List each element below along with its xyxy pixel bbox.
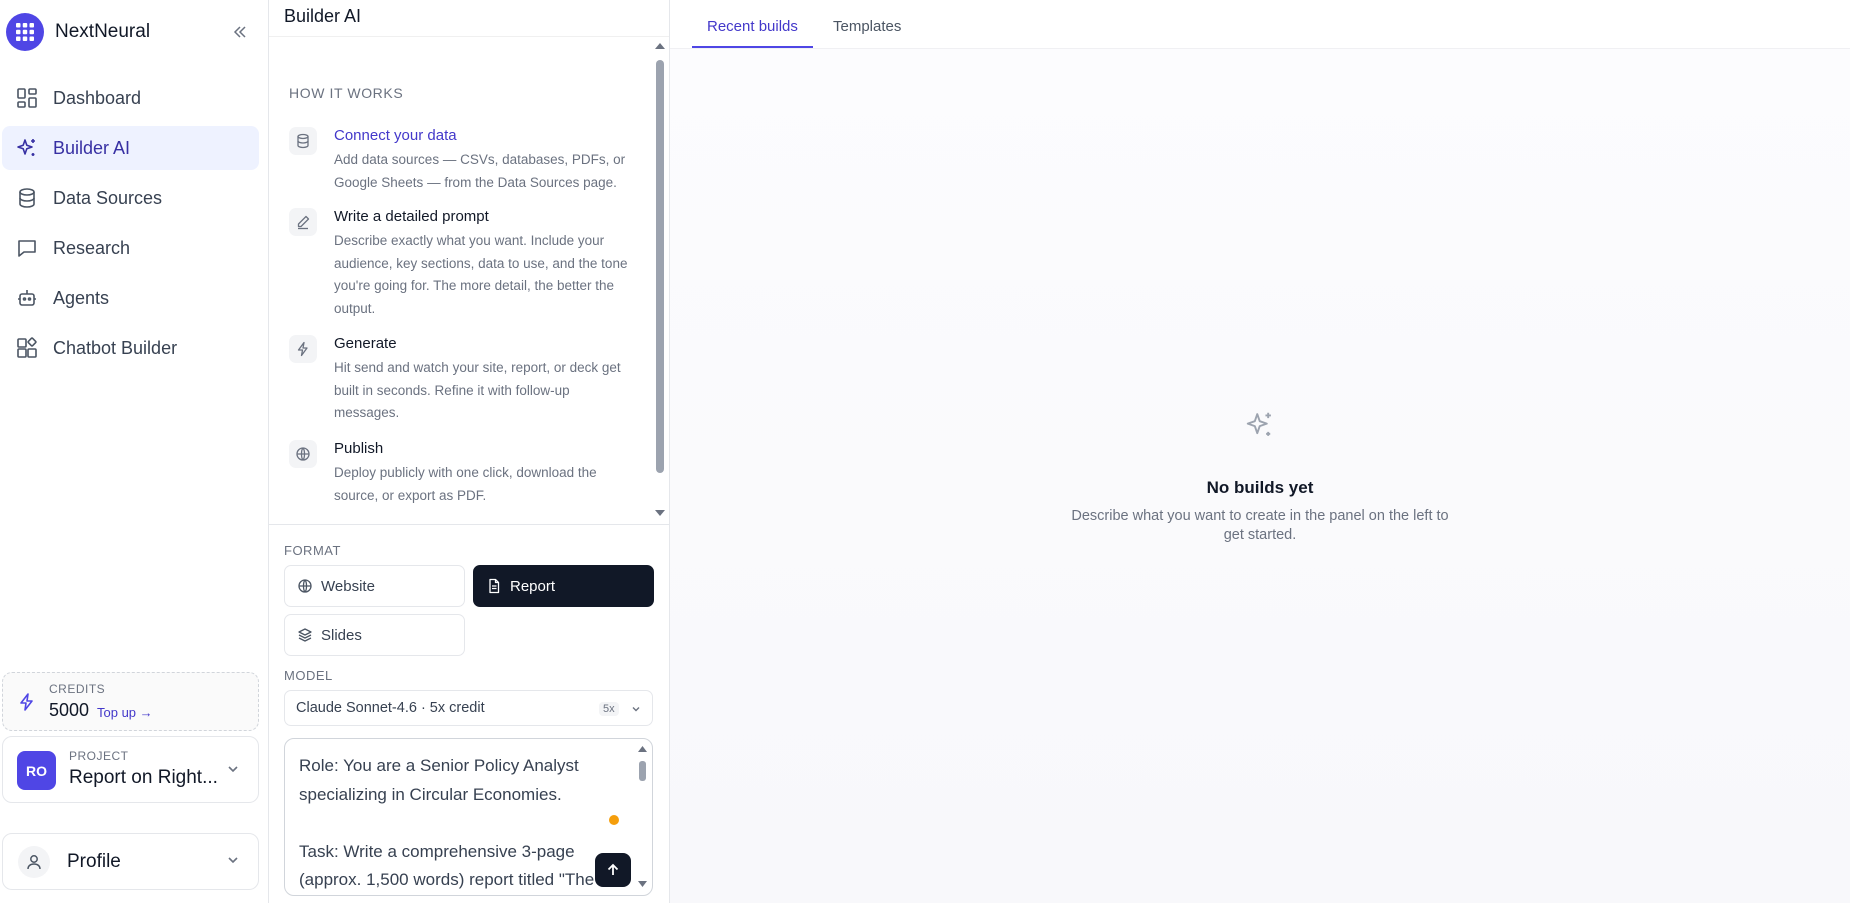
format-slides-button[interactable]: Slides [284,614,465,656]
scroll-up-icon[interactable] [637,745,648,753]
sidebar-item-label: Dashboard [53,87,142,108]
sidebar-item-dashboard[interactable]: Dashboard [2,76,259,120]
sidebar-item-label: Agents [53,287,110,308]
arrow-up-icon [607,863,619,875]
credits-card: CREDITS 5000 Top up → [2,672,259,731]
bot-icon [15,286,39,310]
sidebar-item-label: Data Sources [53,187,163,208]
project-avatar: RO [17,751,56,790]
database-icon [289,127,317,155]
prompt-text[interactable]: Role: You are a Senior Policy Analyst sp… [299,752,619,895]
empty-description: Describe what you want to create in the … [1071,508,1449,543]
model-value: Claude Sonnet-4.6 · 5x credit [296,700,485,716]
send-button[interactable] [595,853,631,887]
sparkles-icon [15,136,39,160]
scrollbar-thumb[interactable] [656,60,664,473]
credits-amount: 5000 [49,700,90,720]
sidebar-item-label: Chatbot Builder [53,337,178,358]
model-select[interactable]: Claude Sonnet-4.6 · 5x credit 5x [284,690,653,726]
bolt-icon [289,335,317,363]
sidebar-nav: Dashboard Builder AI Data Sources Resear… [0,76,269,376]
how-it-works-section: HOW IT WORKS Connect your data Add data … [269,38,669,525]
bolt-icon [17,692,37,717]
step-description: Add data sources — CSVs, databases, PDFs… [334,152,626,190]
format-website-button[interactable]: Website [284,565,465,607]
sidebar-item-chatbot-builder[interactable]: Chatbot Builder [2,326,259,370]
scroll-up-icon[interactable] [654,42,666,50]
chevron-down-icon [225,852,241,873]
brand-name: NextNeural [55,21,151,42]
project-selector[interactable]: RO PROJECT Report on Right... [2,736,259,803]
model-label: MODEL [284,668,333,683]
grid-logo-icon [6,13,44,51]
main-area: Recent builds Templates No builds yet De… [670,0,1850,903]
step-description: Hit send and watch your site, report, or… [334,360,621,420]
step-title: Generate [334,335,397,352]
divider [269,36,669,37]
format-label-text: Report [510,577,556,595]
project-name: Report on Right... [69,767,218,788]
format-label: FORMAT [284,543,341,558]
step-title: Publish [334,440,384,457]
step-description: Deploy publicly with one click, download… [334,465,597,503]
chevron-down-icon [225,761,241,782]
format-label-text: Slides [321,626,362,644]
step-title: Write a detailed prompt [334,208,489,225]
sidebar-item-agents[interactable]: Agents [2,276,259,320]
section-heading: HOW IT WORKS [289,85,404,101]
empty-state: No builds yet Describe what you want to … [670,0,1850,903]
globe-icon [297,578,313,594]
status-dot [609,815,619,825]
sidebar-item-label: Research [53,237,131,258]
chevron-down-icon [630,702,642,720]
step-title[interactable]: Connect your data [334,127,457,144]
brand[interactable]: NextNeural [6,13,150,51]
project-label: PROJECT [69,749,129,763]
profile-name: Profile [67,851,121,872]
credits-label: CREDITS [49,682,106,696]
sidebar: NextNeural Dashboard Builder AI Data Sou… [0,0,269,903]
how-scrollbar[interactable] [652,38,666,524]
scrollbar-thumb[interactable] [639,761,646,781]
scroll-down-icon[interactable] [654,509,666,517]
sidebar-item-label: Builder AI [53,137,131,158]
sidebar-item-research[interactable]: Research [2,226,259,270]
collapse-sidebar-icon[interactable] [230,22,250,42]
page-title: Builder AI [284,6,362,26]
document-icon [486,578,502,594]
builder-panel: Builder AI HOW IT WORKS Connect your dat… [269,0,670,903]
profile-menu[interactable]: Profile [2,833,259,890]
scroll-down-icon[interactable] [637,880,648,888]
database-icon [15,186,39,210]
globe-icon [289,440,317,468]
empty-title: No builds yet [1206,478,1314,497]
credit-multiplier-badge: 5x [599,702,619,716]
step-description: Describe exactly what you want. Include … [334,233,628,316]
layers-icon [297,627,313,643]
widgets-icon [15,336,39,360]
sidebar-item-builder-ai[interactable]: Builder AI [2,126,259,170]
app-root: NextNeural Dashboard Builder AI Data Sou… [0,0,1850,903]
dashboard-icon [15,86,39,110]
sidebar-item-data-sources[interactable]: Data Sources [2,176,259,220]
chat-icon [15,236,39,260]
pencil-icon [289,208,317,236]
prompt-scrollbar[interactable] [635,743,649,893]
user-icon [18,846,50,878]
format-report-button[interactable]: Report [473,565,654,607]
format-label-text: Website [321,577,375,595]
top-up-link[interactable]: Top up → [97,705,153,720]
sparkles-icon [1240,405,1280,445]
